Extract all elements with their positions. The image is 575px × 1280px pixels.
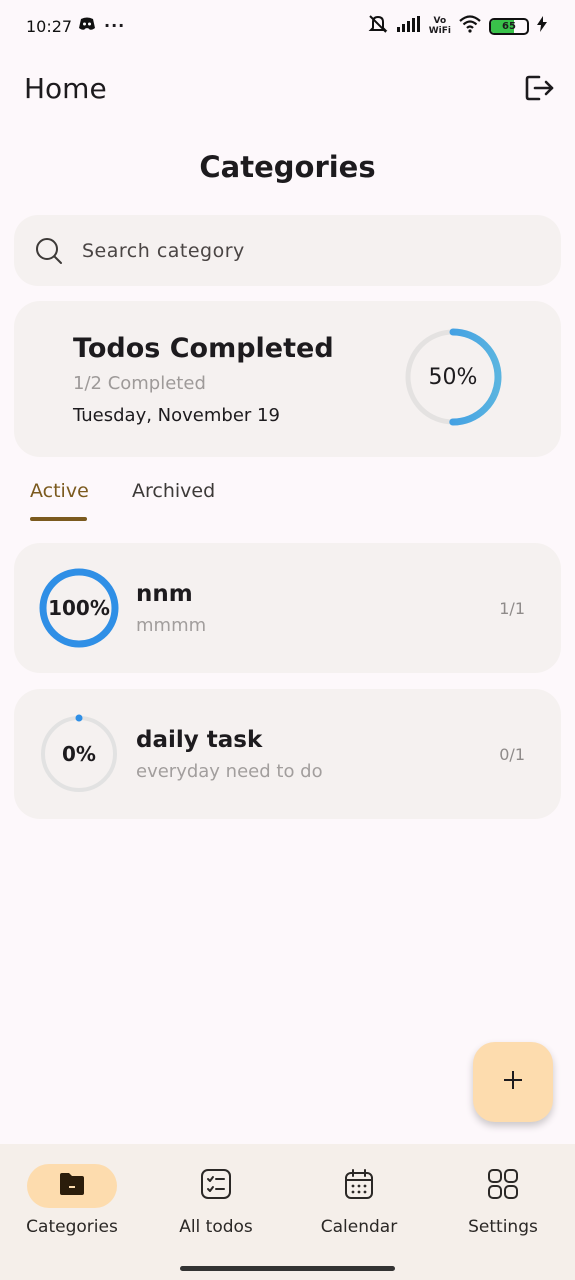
bottom-navigation: Categories All todos Calendar Settings	[0, 1144, 575, 1280]
nav-item-categories[interactable]: Categories	[0, 1144, 144, 1254]
logout-icon	[525, 74, 555, 106]
category-card-daily-task[interactable]: 0% daily task everyday need to do 0/1	[14, 689, 561, 819]
tab-archived[interactable]: Archived	[132, 480, 215, 502]
nav-label: Settings	[468, 1217, 538, 1237]
nav-label: All todos	[179, 1217, 253, 1237]
search-placeholder: Search category	[82, 239, 245, 262]
status-bar: 10:27 ··· Vo WiFi 65	[0, 0, 575, 56]
summary-title: Todos Completed	[73, 333, 334, 364]
search-input[interactable]: Search category	[14, 215, 561, 286]
todos-summary-card: Todos Completed 1/2 Completed Tuesday, N…	[14, 301, 561, 457]
folder-icon	[58, 1171, 86, 1201]
nav-item-all-todos[interactable]: All todos	[144, 1144, 288, 1254]
category-description: mmmm	[136, 615, 207, 636]
status-time: 10:27	[26, 17, 73, 36]
tab-indicator	[30, 517, 87, 521]
category-description: everyday need to do	[136, 761, 323, 782]
category-count: 0/1	[499, 745, 525, 764]
plus-icon	[502, 1069, 524, 1095]
calendar-icon	[344, 1168, 374, 1204]
battery-level: 65	[502, 20, 516, 32]
category-percent: 100%	[48, 596, 110, 620]
grid-icon	[487, 1168, 519, 1204]
summary-subtitle: 1/2 Completed	[73, 373, 206, 394]
mute-icon	[367, 14, 389, 38]
add-category-button[interactable]	[473, 1042, 553, 1122]
battery-icon: 65	[489, 17, 529, 35]
tab-active[interactable]: Active	[30, 480, 89, 502]
nav-item-settings[interactable]: Settings	[431, 1144, 575, 1254]
page-title: Categories	[199, 150, 376, 184]
logout-button[interactable]	[520, 70, 560, 110]
category-card-nnm[interactable]: 100% nnm mmmm 1/1	[14, 543, 561, 673]
charging-icon	[537, 16, 547, 36]
summary-date: Tuesday, November 19	[73, 405, 280, 426]
nav-label: Categories	[26, 1217, 118, 1237]
category-name: nnm	[136, 581, 193, 607]
nav-label: Calendar	[320, 1217, 398, 1237]
summary-percent: 50%	[428, 364, 478, 390]
vowifi-indicator: Vo WiFi	[428, 16, 451, 36]
category-name: daily task	[136, 727, 263, 753]
more-dots-icon: ···	[104, 16, 126, 35]
signal-icon	[396, 16, 421, 36]
nav-item-calendar[interactable]: Calendar	[287, 1144, 431, 1254]
category-percent: 0%	[62, 742, 96, 766]
wifi-icon	[459, 15, 481, 37]
discord-icon	[78, 16, 96, 35]
category-count: 1/1	[499, 599, 525, 618]
app-title: Home	[24, 72, 107, 105]
search-icon	[34, 236, 64, 266]
nav-active-indicator	[27, 1164, 117, 1208]
home-indicator	[180, 1266, 395, 1271]
checklist-icon	[200, 1168, 232, 1204]
